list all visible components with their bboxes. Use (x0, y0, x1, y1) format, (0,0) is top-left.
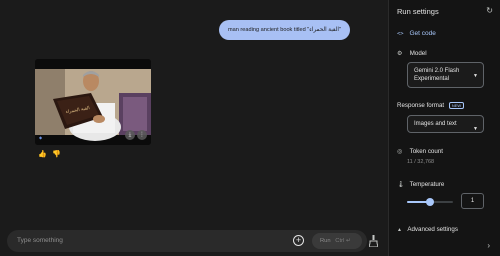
temperature-label: Temperature (409, 181, 445, 188)
token-count-section-label: ◎ Token count (397, 148, 443, 155)
run-settings-panel: Run settings ↻ <> Get code ⚙ Model Gemin… (388, 0, 500, 256)
user-message-bubble: man reading ancient book titled "القبة ا… (219, 20, 350, 40)
model-label: Model (409, 50, 427, 57)
add-media-icon[interactable]: + (293, 235, 304, 246)
settings-title: Run settings (397, 7, 439, 16)
model-select-value: Gemini 2.0 Flash Experimental (414, 68, 460, 82)
token-count-label: Token count (409, 148, 443, 155)
feedback-row: 👍 👎 (38, 151, 61, 159)
image-more-options-button[interactable]: ⋮ (137, 130, 147, 140)
thumb-up-icon[interactable]: 👍 (38, 151, 47, 159)
new-badge: NEW (448, 102, 465, 109)
temperature-input[interactable]: 1 (461, 193, 484, 209)
output-format-label: Response format (397, 102, 445, 110)
thumb-down-icon[interactable]: 👎 (52, 151, 61, 159)
run-shortcut: Ctrl ↵ (335, 238, 351, 244)
output-format-section-label: Response format NEW (397, 102, 465, 110)
collapse-icon: ▲ (397, 227, 402, 233)
model-select[interactable]: Gemini 2.0 Flash Experimental ▼ (407, 62, 484, 88)
temperature-slider[interactable] (407, 198, 453, 206)
prompt-bar: Type something + Run Ctrl ↵ (7, 230, 367, 252)
generated-image[interactable]: القبة الحمراء ⤓ ⋮ ◆ (35, 59, 151, 145)
code-icon: <> (397, 31, 404, 37)
get-code-button[interactable]: <> Get code (397, 30, 436, 37)
temperature-slider-thumb[interactable] (426, 198, 434, 206)
get-code-label: Get code (409, 30, 436, 37)
output-format-value: Images and text (414, 121, 457, 127)
refresh-icon[interactable]: ↻ (486, 6, 493, 15)
token-icon: ◎ (397, 149, 403, 155)
model-icon: ⚙ (397, 51, 403, 57)
token-count-value: 11 / 32,768 (407, 159, 435, 165)
chat-area: man reading ancient book titled "القبة ا… (0, 0, 388, 256)
download-image-button[interactable]: ⤓ (125, 130, 135, 140)
image-marker-icon: ◆ (39, 135, 43, 140)
model-section-label: ⚙ Model (397, 50, 427, 57)
temperature-section-label: 🌡 Temperature (397, 181, 444, 188)
expand-panel-icon[interactable]: › (487, 241, 490, 250)
thermometer-icon: 🌡 (397, 182, 405, 188)
format-caret-icon: ▼ (473, 126, 478, 132)
clear-chat-broom-icon[interactable] (369, 235, 378, 247)
advanced-settings-toggle[interactable]: ▲ Advanced settings (397, 226, 458, 233)
run-button[interactable]: Run Ctrl ↵ (312, 233, 362, 249)
run-button-label: Run (320, 238, 331, 244)
prompt-input[interactable]: Type something (17, 230, 63, 252)
model-caret-icon: ▼ (473, 73, 478, 79)
advanced-settings-label: Advanced settings (407, 226, 458, 233)
output-format-select[interactable]: Images and text ▼ (407, 115, 484, 133)
